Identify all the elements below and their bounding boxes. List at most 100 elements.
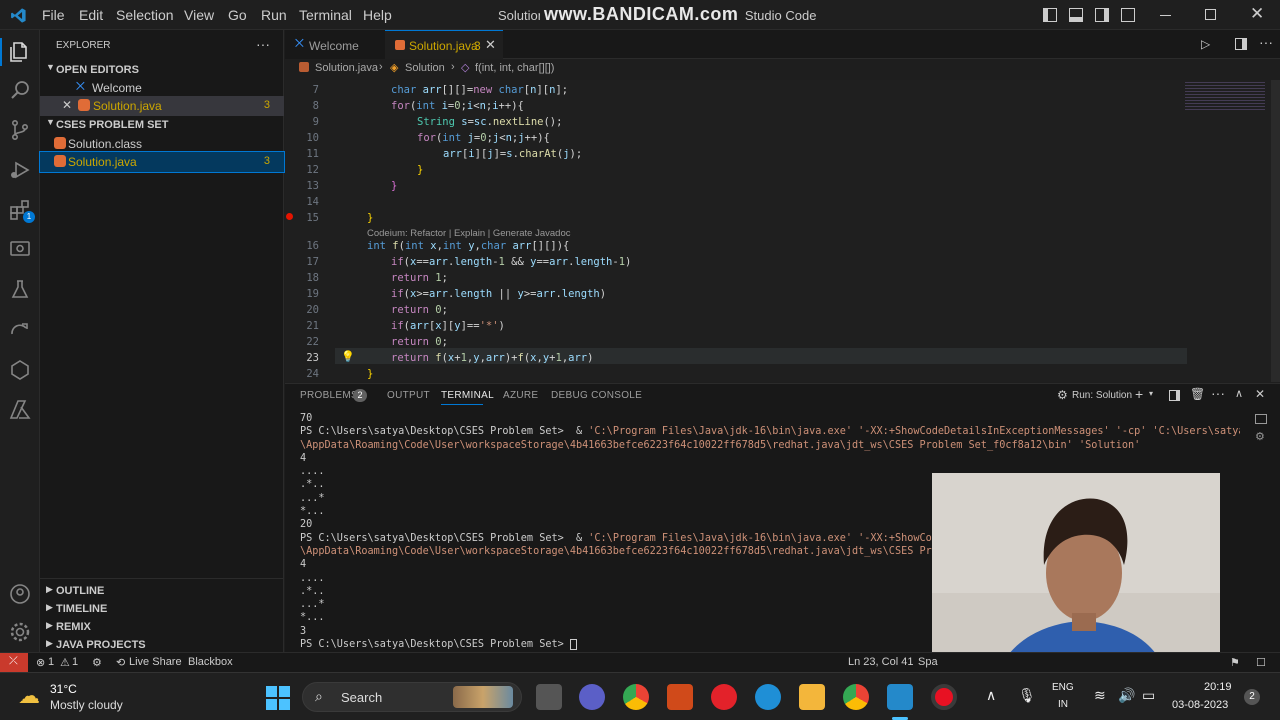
live-share-button[interactable]: Live Share [129, 656, 182, 668]
testing-icon[interactable] [8, 278, 32, 302]
recording-icon[interactable] [931, 684, 957, 710]
outline-section[interactable]: ▶ OUTLINE [40, 581, 284, 601]
temperature[interactable]: 31°C [50, 682, 77, 696]
explorer-icon[interactable] [8, 40, 32, 64]
source-control-icon[interactable] [8, 118, 32, 142]
volume-icon[interactable]: 🔊 [1118, 687, 1135, 704]
breadcrumb-method[interactable]: f(int, int, char[][]) [475, 62, 554, 74]
remote-indicator[interactable]: ⤫ [0, 653, 28, 673]
more-actions-icon[interactable]: ··· [1259, 34, 1273, 50]
cursor-position[interactable]: Ln 23, Col 41 [848, 656, 913, 668]
run-debug-icon[interactable] [8, 158, 32, 182]
search-icon[interactable] [8, 78, 32, 102]
office-icon[interactable] [667, 684, 693, 710]
account-icon[interactable] [8, 582, 32, 606]
file-explorer-icon[interactable] [799, 684, 825, 710]
remix-section[interactable]: ▶ REMIX [40, 617, 284, 637]
language-indicator[interactable]: ENG [1052, 682, 1074, 693]
split-terminal-icon[interactable] [1169, 390, 1180, 401]
battery-icon[interactable]: ▭ [1142, 687, 1155, 704]
trash-icon[interactable]: 🗑 [1190, 387, 1205, 401]
tab-problems[interactable]: PROBLEMS [300, 390, 358, 401]
tab-terminal[interactable]: TERMINAL [441, 390, 494, 401]
breakpoint-icon[interactable] [286, 213, 293, 220]
project-folder-section[interactable]: ▼ CSES PROBLEM SET [40, 115, 284, 135]
notification-badge[interactable]: 2 [1244, 689, 1260, 705]
close-editor-icon[interactable]: ✕ [62, 98, 72, 112]
blackbox-button[interactable]: Blackbox [188, 656, 233, 668]
codeium-codelens[interactable]: Codeium: Refactor | Explain | Generate J… [367, 228, 571, 239]
toggle-sidebar-icon[interactable] [1043, 8, 1057, 22]
vscode-taskbar-icon[interactable] [887, 684, 913, 710]
azure-icon[interactable] [8, 398, 32, 422]
teams-chat-icon[interactable] [579, 684, 605, 710]
run-icon[interactable]: ▷ [1201, 37, 1210, 51]
new-terminal-icon[interactable]: + [1135, 386, 1143, 402]
menu-selection[interactable]: Selection [116, 7, 174, 23]
timeline-section[interactable]: ▶ TIMELINE [40, 599, 284, 619]
region-indicator[interactable]: IN [1058, 699, 1068, 710]
terminal-gear-icon[interactable]: ⚙ [1255, 430, 1265, 443]
remote-explorer-icon[interactable] [8, 238, 32, 262]
live-share-icon[interactable] [8, 318, 32, 342]
split-editor-icon[interactable] [1235, 38, 1247, 50]
open-editor-item-active[interactable]: ✕ Solution.java 3 [40, 96, 284, 116]
editor-scrollbar[interactable] [1271, 80, 1280, 382]
menu-terminal[interactable]: Terminal [299, 7, 352, 23]
broadcast-icon[interactable]: ⚑ [1230, 656, 1240, 669]
file-item-selected[interactable]: Solution.java 3 [39, 151, 285, 173]
settings-gear-icon[interactable] [8, 620, 32, 644]
maximize-panel-icon[interactable]: ∧ [1235, 387, 1243, 400]
menu-help[interactable]: Help [363, 7, 392, 23]
restore-icon[interactable] [1205, 9, 1216, 20]
breadcrumb-class[interactable]: Solution [405, 62, 445, 74]
minimize-icon[interactable] [1160, 15, 1171, 16]
tab-output[interactable]: OUTPUT [387, 390, 430, 401]
file-item[interactable]: Solution.class [40, 134, 284, 154]
breadcrumb-file[interactable]: Solution.java [315, 62, 378, 74]
close-tab-icon[interactable]: ✕ [485, 37, 496, 53]
tab-debug-console[interactable]: DEBUG CONSOLE [551, 390, 642, 401]
notifications-icon[interactable]: ☐ [1256, 656, 1266, 669]
codeium-icon[interactable] [8, 358, 32, 382]
menu-edit[interactable]: Edit [79, 7, 103, 23]
open-editor-item[interactable]: ⨉ Welcome [40, 78, 284, 98]
error-count[interactable]: 1 [48, 656, 54, 668]
terminal-session-icon[interactable] [1255, 414, 1267, 424]
edge-icon[interactable] [755, 684, 781, 710]
taskbar-search-box[interactable]: ⌕ Search [302, 682, 522, 712]
lightbulb-icon[interactable]: 💡 [341, 350, 355, 363]
clock-date[interactable]: 03-08-2023 [1172, 699, 1228, 711]
customize-layout-icon[interactable] [1121, 8, 1135, 22]
debug-icon[interactable]: ⚙ [92, 656, 102, 669]
tab-solution-java[interactable]: Solution.java 3 ✕ [385, 30, 503, 59]
toggle-secondary-sidebar-icon[interactable] [1095, 8, 1109, 22]
close-window-icon[interactable]: ✕ [1250, 4, 1264, 24]
open-editors-section[interactable]: ▼ OPEN EDITORS [40, 60, 284, 80]
chevron-down-icon[interactable]: ▾ [1149, 389, 1153, 398]
weather-text[interactable]: Mostly cloudy [50, 698, 123, 712]
warning-count[interactable]: 1 [72, 656, 78, 668]
code-editor[interactable]: 7 char arr[][]=new char[n][n]; 8 for(int… [285, 80, 1280, 382]
opera-icon[interactable] [711, 684, 737, 710]
minimap[interactable] [1185, 80, 1265, 110]
more-actions-icon[interactable]: ··· [1211, 385, 1225, 401]
tab-azure[interactable]: AZURE [503, 390, 538, 401]
microphone-icon[interactable]: 🎙 [1018, 687, 1036, 704]
menu-view[interactable]: View [184, 7, 214, 23]
indentation[interactable]: Spa [918, 656, 938, 668]
tab-welcome[interactable]: ⨉ Welcome [285, 30, 385, 59]
terminal-name[interactable]: Run: Solution [1072, 390, 1132, 401]
chrome-profile-icon[interactable] [843, 684, 869, 710]
wifi-icon[interactable]: ≋ [1094, 687, 1106, 704]
more-actions-icon[interactable]: ··· [256, 36, 270, 52]
menu-go[interactable]: Go [228, 7, 247, 23]
windows-start-icon[interactable] [266, 686, 290, 710]
chrome-icon[interactable] [623, 684, 649, 710]
menu-run[interactable]: Run [261, 7, 287, 23]
chevron-up-icon[interactable]: ∧ [986, 687, 996, 704]
close-panel-icon[interactable]: ✕ [1255, 387, 1265, 401]
toggle-panel-icon[interactable] [1069, 8, 1083, 22]
task-view-icon[interactable] [536, 684, 562, 710]
clock-time[interactable]: 20:19 [1204, 681, 1232, 693]
